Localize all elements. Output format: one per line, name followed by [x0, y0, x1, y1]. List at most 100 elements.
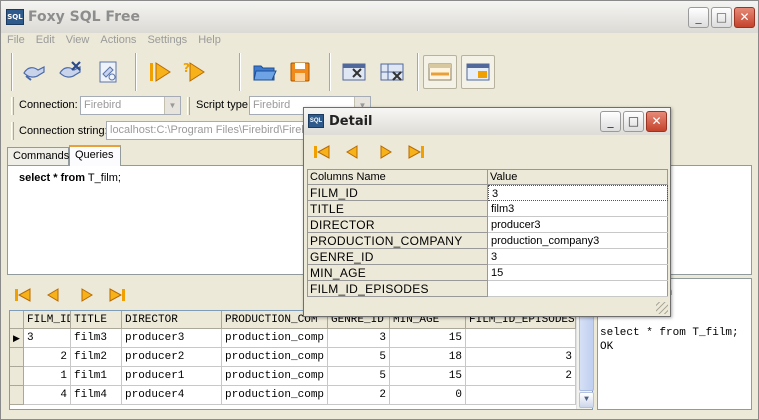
- row-indicator: [10, 348, 24, 367]
- svg-text:?: ?: [183, 61, 190, 75]
- connection-select[interactable]: Firebird ▼: [80, 96, 181, 115]
- detail-field-value[interactable]: film3: [488, 201, 668, 217]
- connect-icon[interactable]: [17, 55, 51, 89]
- grid-cell[interactable]: 2: [24, 348, 71, 367]
- grid-cell[interactable]: production_comp: [222, 348, 328, 367]
- detail-field-name: DIRECTOR: [308, 217, 488, 233]
- menu-settings[interactable]: Settings: [142, 33, 192, 48]
- column-header[interactable]: FILM_ID: [24, 311, 71, 329]
- chevron-down-icon[interactable]: ▼: [164, 97, 180, 114]
- disconnect-icon[interactable]: [53, 55, 87, 89]
- grid-cell[interactable]: 18: [390, 348, 466, 367]
- dialog-minimize-button[interactable]: _: [600, 111, 621, 132]
- detail-field-value[interactable]: production_company3: [488, 233, 668, 249]
- grid-cell[interactable]: 2: [466, 367, 576, 386]
- close-button[interactable]: ✕: [734, 7, 755, 28]
- dialog-close-button[interactable]: ✕: [646, 111, 667, 132]
- first-record-icon[interactable]: [11, 283, 35, 307]
- grid-cell[interactable]: [466, 329, 576, 348]
- detail-field-name: TITLE: [308, 201, 488, 217]
- clear-results-icon[interactable]: [375, 55, 409, 89]
- toolbar-grip: [11, 122, 14, 140]
- next-record-icon[interactable]: [75, 283, 99, 307]
- dialog-title-bar[interactable]: SQL Detail _ □ ✕: [304, 108, 670, 135]
- detail-field-name: FILM_ID_EPISODES: [308, 281, 488, 297]
- column-header[interactable]: Columns Name: [308, 170, 488, 185]
- grid-cell[interactable]: 5: [328, 348, 390, 367]
- app-icon: SQL: [308, 114, 324, 128]
- script-type-value: Firebird: [253, 99, 291, 111]
- dialog-maximize-button[interactable]: □: [623, 111, 644, 132]
- detail-grid[interactable]: Columns Name Value FILM_ID 3 TITLE film3…: [307, 169, 668, 297]
- detail-field-value[interactable]: producer3: [488, 217, 668, 233]
- grid-cell[interactable]: production_comp: [222, 386, 328, 405]
- properties-icon[interactable]: [91, 55, 125, 89]
- layout-split-icon[interactable]: [461, 55, 495, 89]
- grid-cell[interactable]: 5: [328, 367, 390, 386]
- results-grid[interactable]: FILM_ID TITLE DIRECTOR PRODUCTION_COM GE…: [9, 310, 593, 410]
- prior-record-icon[interactable]: [41, 283, 65, 307]
- menu-actions[interactable]: Actions: [95, 33, 141, 48]
- maximize-button[interactable]: □: [711, 7, 732, 28]
- scroll-down-icon[interactable]: ▼: [579, 392, 594, 408]
- last-record-icon[interactable]: [404, 140, 428, 164]
- detail-field-value[interactable]: 3: [488, 249, 668, 265]
- toolbar-separator: [135, 53, 137, 91]
- grid-cell[interactable]: [466, 386, 576, 405]
- grid-cell[interactable]: film3: [71, 329, 122, 348]
- dialog-title: Detail: [329, 114, 373, 129]
- menu-bar: File Edit View Actions Settings Help: [1, 33, 758, 49]
- script-type-label: Script type:: [196, 99, 252, 111]
- detail-field-value[interactable]: 15: [488, 265, 668, 281]
- layout-horizontal-icon[interactable]: [423, 55, 457, 89]
- grid-cell[interactable]: producer3: [122, 329, 222, 348]
- tab-commands[interactable]: Commands: [7, 147, 69, 165]
- grid-cell[interactable]: 0: [390, 386, 466, 405]
- grid-cell[interactable]: 3: [328, 329, 390, 348]
- detail-field-value[interactable]: [488, 281, 668, 297]
- column-header[interactable]: DIRECTOR: [122, 311, 222, 329]
- menu-help[interactable]: Help: [193, 33, 226, 48]
- resize-grip-icon[interactable]: [656, 302, 668, 314]
- execute-icon[interactable]: [143, 55, 177, 89]
- grid-cell[interactable]: 15: [390, 329, 466, 348]
- log-line: select * from T_film;: [600, 327, 739, 339]
- last-record-icon[interactable]: [105, 283, 129, 307]
- grid-cell[interactable]: film2: [71, 348, 122, 367]
- connection-string-input[interactable]: localhost:C:\Program Files\Firebird\Fire…: [106, 121, 312, 140]
- minimize-button[interactable]: _: [688, 7, 709, 28]
- menu-view[interactable]: View: [61, 33, 95, 48]
- detail-field-value[interactable]: 3: [488, 185, 668, 201]
- menu-edit[interactable]: Edit: [31, 33, 60, 48]
- grid-cell[interactable]: producer4: [122, 386, 222, 405]
- column-header[interactable]: TITLE: [71, 311, 122, 329]
- tab-queries[interactable]: Queries: [69, 145, 121, 166]
- grid-cell[interactable]: producer2: [122, 348, 222, 367]
- grid-cell[interactable]: 2: [328, 386, 390, 405]
- grid-cell[interactable]: 3: [466, 348, 576, 367]
- grid-cell[interactable]: 4: [24, 386, 71, 405]
- row-indicator: [10, 386, 24, 405]
- grid-cell[interactable]: film1: [71, 367, 122, 386]
- open-icon[interactable]: [247, 55, 281, 89]
- grid-cell[interactable]: 3: [24, 329, 71, 348]
- save-icon[interactable]: [283, 55, 317, 89]
- menu-file[interactable]: File: [2, 33, 30, 48]
- column-header[interactable]: Value: [488, 170, 668, 185]
- grid-cell[interactable]: 15: [390, 367, 466, 386]
- grid-cell[interactable]: production_comp: [222, 329, 328, 348]
- grid-cell[interactable]: 1: [24, 367, 71, 386]
- execute-query-icon[interactable]: ?: [179, 55, 213, 89]
- sql-text: select * from T_film;: [19, 172, 121, 184]
- title-bar[interactable]: SQL Foxy SQL Free _ □ ✕: [1, 1, 758, 33]
- first-record-icon[interactable]: [310, 140, 334, 164]
- connection-string-label: Connection string:: [19, 125, 108, 137]
- grid-cell[interactable]: producer1: [122, 367, 222, 386]
- next-record-icon[interactable]: [374, 140, 398, 164]
- toolbar-separator: [417, 53, 419, 91]
- connection-string-bar: Connection string: localhost:C:\Program …: [9, 119, 319, 143]
- grid-cell[interactable]: production_comp: [222, 367, 328, 386]
- clear-editor-icon[interactable]: [337, 55, 371, 89]
- prior-record-icon[interactable]: [340, 140, 364, 164]
- grid-cell[interactable]: film4: [71, 386, 122, 405]
